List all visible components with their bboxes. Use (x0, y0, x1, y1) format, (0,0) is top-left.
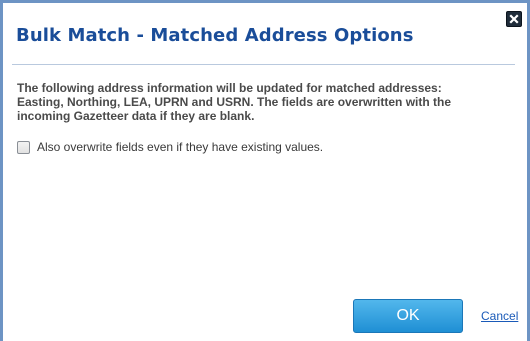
message-line: Easting, Northing, LEA, UPRN and USRN. T… (17, 95, 452, 109)
message-line: incoming Gazetteer data if they are blan… (17, 109, 255, 123)
dialog-message: The following address information will b… (17, 81, 517, 123)
overwrite-checkbox-label[interactable]: Also overwrite fields even if they have … (37, 140, 323, 154)
close-button[interactable] (506, 11, 522, 27)
overwrite-option[interactable]: Also overwrite fields even if they have … (17, 140, 323, 154)
cancel-link[interactable]: Cancel (481, 309, 518, 323)
title-divider (12, 64, 515, 65)
dialog-titlebar: Bulk Match - Matched Address Options (3, 3, 527, 65)
message-line: The following address information will b… (17, 81, 442, 95)
overwrite-checkbox[interactable] (17, 140, 30, 154)
dialog-title: Bulk Match - Matched Address Options (16, 25, 414, 46)
close-icon (509, 14, 519, 24)
ok-button[interactable]: OK (353, 299, 463, 333)
matched-address-options-dialog: Bulk Match - Matched Address Options The… (0, 0, 530, 341)
